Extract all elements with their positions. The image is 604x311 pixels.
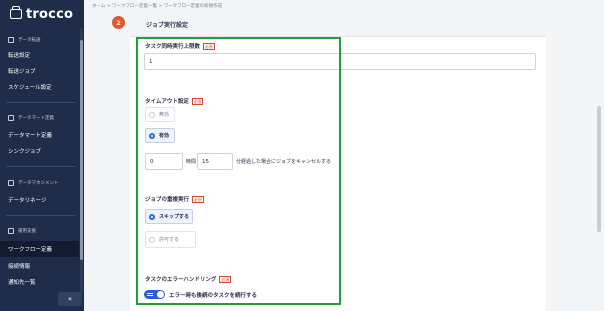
transfer-icon (8, 37, 14, 43)
timeout-minutes-input[interactable]: 15 (197, 153, 233, 170)
required-badge: 必須 (203, 42, 215, 50)
breadcrumb-separator: > (158, 4, 163, 9)
sidebar-divider (6, 215, 76, 216)
sidebar-item-sync-jobs[interactable]: シンクジョブ (8, 147, 41, 155)
step-number-badge: 2 (112, 16, 125, 29)
breadcrumb-workflow-list[interactable]: ワークフロー定義一覧 (112, 4, 157, 9)
required-badge: 必須 (191, 97, 204, 105)
page-scrollbar[interactable] (597, 106, 601, 232)
timeout-label: タイムアウト設定 必須 (145, 97, 204, 105)
timeout-hours-input[interactable]: 0 (145, 153, 183, 170)
radio-selected-icon (149, 213, 155, 220)
error-handling-toggle[interactable] (144, 290, 165, 299)
breadcrumb-current: ワークフロー定義の新規作成 (163, 4, 223, 9)
sidebar-item-transfer-settings[interactable]: 転送設定 (8, 51, 30, 59)
toggle-knob (157, 291, 164, 298)
duplicate-allow-option[interactable]: 許可する (145, 231, 196, 248)
sidebar: trocco データ転送 転送設定 転送ジョブ スケジュール設定 データマート定… (0, 0, 84, 311)
concurrency-input[interactable]: 1 (144, 53, 536, 70)
sidebar-item-data-lineage[interactable]: データリネージ (8, 196, 46, 204)
breadcrumb-separator: > (106, 4, 111, 9)
section-title-data-management: データマネジメント (8, 180, 59, 186)
sidebar-scrollbar[interactable] (80, 40, 83, 260)
panel-header (130, 14, 546, 37)
breadcrumb-home[interactable]: ホーム (92, 4, 105, 9)
error-handling-toggle-text: エラー時も後続のタスクを続行する (169, 293, 258, 299)
logo-icon (10, 6, 22, 19)
required-badge: 必須 (219, 275, 231, 283)
logo[interactable]: trocco (10, 6, 73, 22)
datamart-icon (8, 115, 14, 121)
data-management-icon (8, 180, 14, 186)
hours-unit-label: 時間 (186, 159, 197, 165)
section-title-operations: 運用支援 (8, 228, 36, 234)
radio-unselected-icon (149, 111, 155, 118)
section-title-data-transfer: データ転送 (8, 37, 41, 43)
sidebar-item-datamart-definitions[interactable]: データマート定義 (8, 131, 52, 139)
required-badge: 必須 (192, 195, 204, 203)
toggle-grip-icon (147, 293, 153, 296)
collapse-sidebar-button[interactable]: « (58, 292, 82, 306)
sidebar-divider (6, 166, 76, 167)
section-title-datamart: データマート定義 (8, 115, 54, 121)
double-chevron-left-icon: « (67, 295, 73, 303)
logo-text: trocco (26, 6, 74, 22)
sidebar-item-connections[interactable]: 接続情報 (8, 262, 30, 270)
operations-icon (8, 228, 14, 234)
sidebar-item-workflow-definitions[interactable]: ワークフロー定義 (8, 245, 52, 253)
sidebar-item-schedule-settings[interactable]: スケジュール設定 (8, 83, 52, 91)
minutes-suffix-label: 分経過した場合にジョブをキャンセルする (236, 159, 332, 165)
concurrency-label: タスク同時実行上限数 必須 (145, 42, 215, 50)
timeout-disabled-option[interactable]: 無効 (145, 107, 175, 122)
radio-selected-icon (149, 132, 155, 139)
timeout-enabled-option[interactable]: 有効 (145, 128, 175, 143)
error-handling-label: タスクのエラーハンドリング 必須 (145, 275, 231, 283)
panel-title: ジョブ実行設定 (146, 22, 189, 29)
duplicate-skip-option[interactable]: スキップする (145, 209, 193, 224)
breadcrumb: ホーム > ワークフロー定義一覧 > ワークフロー定義の新規作成 (92, 3, 222, 9)
sidebar-item-transfer-jobs[interactable]: 転送ジョブ (8, 67, 36, 75)
sidebar-item-notification-destinations[interactable]: 通知先一覧 (8, 278, 36, 286)
duplicate-execution-label: ジョブの重複実行 必須 (145, 195, 204, 203)
sidebar-divider (6, 102, 76, 103)
radio-unselected-icon (149, 236, 155, 243)
